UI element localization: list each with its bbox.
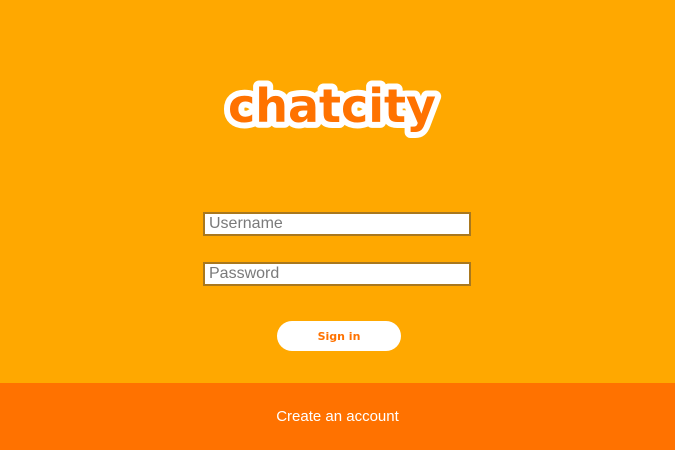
logo-text: chatcity: [228, 79, 436, 133]
logo: chatcity chatcity: [0, 72, 675, 146]
sign-in-button[interactable]: Sign in: [277, 321, 401, 351]
chatcity-logo: chatcity chatcity: [222, 73, 442, 139]
login-screen: chatcity chatcity Sign in Create an acco…: [0, 0, 675, 450]
create-account-link[interactable]: Create an account: [0, 408, 675, 425]
password-input[interactable]: [203, 262, 471, 286]
footer-bar: Create an account: [0, 383, 675, 450]
username-input[interactable]: [203, 212, 471, 236]
